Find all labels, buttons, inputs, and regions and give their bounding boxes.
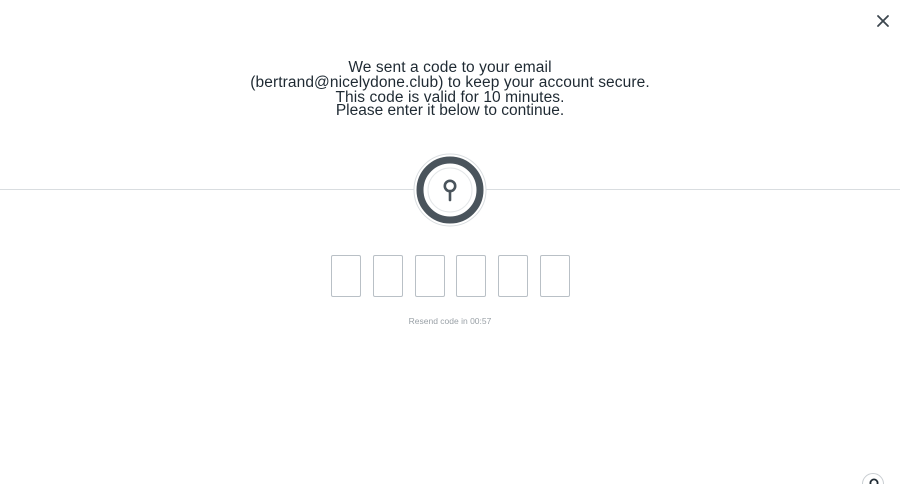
resend-code-countdown: Resend code in 00:57 [408, 316, 492, 326]
code-digit-3[interactable] [415, 255, 445, 297]
close-icon [877, 15, 889, 27]
code-digit-2[interactable] [373, 255, 403, 297]
instruction-text: Please enter it below to continue. [335, 102, 565, 119]
key-badge [413, 153, 487, 227]
code-digit-5[interactable] [498, 255, 528, 297]
close-button[interactable] [872, 10, 894, 32]
verification-page: We sent a code to your email (bertrand@n… [0, 0, 900, 484]
code-input-group [331, 255, 571, 297]
code-digit-1[interactable] [331, 255, 361, 297]
key-icon [413, 153, 487, 227]
verification-message: We sent a code to your email (bertrand@n… [250, 59, 650, 106]
code-digit-4[interactable] [456, 255, 486, 297]
help-icon [869, 478, 879, 484]
code-digit-6[interactable] [540, 255, 570, 297]
help-button[interactable] [862, 473, 884, 484]
